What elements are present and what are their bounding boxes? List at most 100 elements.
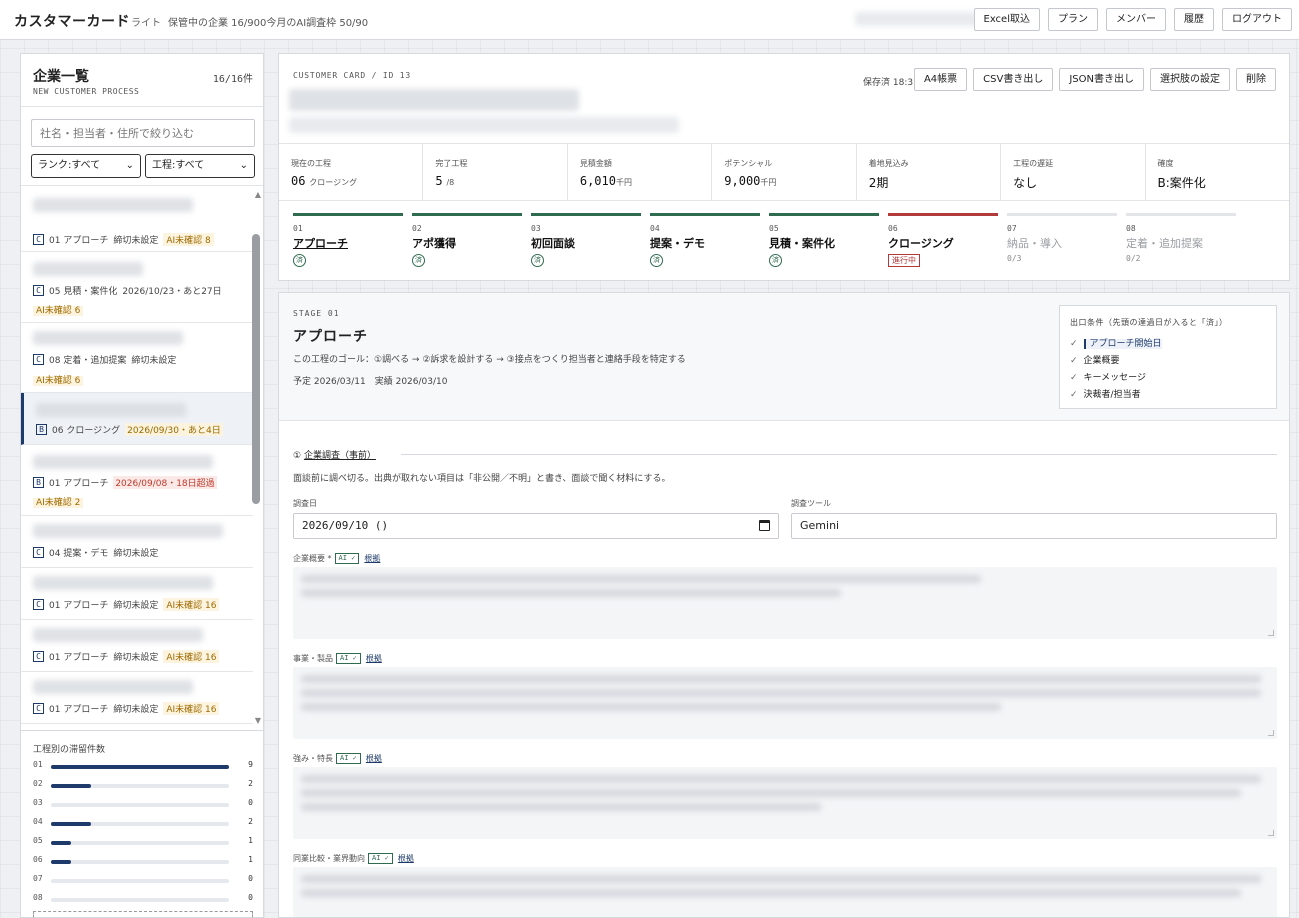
kpi-certainty: 確度 B:案件化 xyxy=(1146,144,1289,200)
stage-detail-panel: STAGE 01 アプローチ この工程のゴール：①調べる → ②訴求を設計する … xyxy=(278,292,1290,918)
stage-tab-01[interactable]: 01 アプローチ 済 xyxy=(293,213,403,273)
list-item[interactable]: C 01 アプローチ 締切未設定 AI未確認 8 xyxy=(21,186,253,252)
field-label-industry-comparison: 同業比較・業界動向 AI ✓ 根拠 xyxy=(293,853,414,864)
distribution-row-08: 08 0 xyxy=(33,893,255,907)
distribution-count: 0 xyxy=(248,798,253,807)
stage-tab-04[interactable]: 04 提案・デモ 済 xyxy=(650,213,760,273)
distribution-stage: 08 xyxy=(33,893,43,902)
excel-import-button[interactable]: Excel取込 xyxy=(973,8,1040,31)
json-export-button[interactable]: JSON書き出し xyxy=(1059,68,1144,91)
plan-button[interactable]: プラン xyxy=(1048,8,1098,31)
stage-name: 定着・追加提案 xyxy=(1126,237,1203,250)
a4-report-button[interactable]: A4帳票 xyxy=(913,68,968,91)
rank-filter-select[interactable]: ランク:すべて ⌄ xyxy=(31,154,141,178)
list-item[interactable]: C 05 見積・案件化 2026/10/23・あと27日 AI未確認 6 xyxy=(21,252,253,323)
list-scrollbar[interactable] xyxy=(252,234,260,504)
stage-progress-count: 0/3 xyxy=(1007,254,1022,263)
kpi-label: 着地見込み xyxy=(868,159,909,168)
kpi-stage-delay: 工程の遅延 なし xyxy=(1001,144,1146,200)
user-account-blurred xyxy=(855,12,980,26)
company-search-input[interactable] xyxy=(31,119,255,147)
stage-header: STAGE 01 アプローチ この工程のゴール：①調べる → ②訴求を設計する … xyxy=(279,293,1289,421)
stage-in-progress-badge: 進行中 xyxy=(888,254,920,267)
source-link[interactable]: 根拠 xyxy=(366,654,382,663)
stage-filter-select[interactable]: 工程:すべて ⌄ xyxy=(145,154,255,178)
stage-tab-02[interactable]: 02 アポ獲得 済 xyxy=(412,213,522,273)
delete-button[interactable]: 削除 xyxy=(1236,68,1276,91)
distribution-stage: 01 xyxy=(33,760,43,769)
kpi-label: 完了工程 xyxy=(435,159,468,168)
stage-name: 見積・案件化 xyxy=(769,237,835,250)
company-name-blurred xyxy=(33,455,213,469)
item-stage: 01 アプローチ xyxy=(49,653,109,663)
check-icon: ✓ xyxy=(1070,373,1078,383)
members-button[interactable]: メンバー xyxy=(1106,8,1166,31)
stage-progress: 01 アプローチ 済 02 アポ獲得 済 03 初回面談 済 04 提案・デモ … xyxy=(293,213,1273,273)
kpi-label: 見積金額 xyxy=(579,159,612,168)
survey-date-input[interactable]: 2026/09/10 () xyxy=(293,513,779,539)
add-company-dropzone[interactable] xyxy=(33,911,253,918)
list-item[interactable]: C 01 アプローチ 締切未設定 AI未確認 16 xyxy=(21,568,253,620)
kpi-estimate-amount: 見積金額 6,010千円 xyxy=(568,144,713,200)
strengths-textarea[interactable] xyxy=(293,767,1277,839)
survey-tool-input[interactable]: Gemini xyxy=(791,513,1277,539)
list-item[interactable]: C 08 定着・追加提案 締切未設定 AI未確認 6 xyxy=(21,323,253,393)
exit-condition-item[interactable]: ✓ 決裁者/担当者 xyxy=(1070,387,1141,400)
resize-handle[interactable] xyxy=(1268,830,1274,836)
item-stage: 01 アプローチ xyxy=(49,479,109,489)
distribution-track xyxy=(51,784,229,788)
resize-handle[interactable] xyxy=(1268,630,1274,636)
history-button[interactable]: 履歴 xyxy=(1174,8,1214,31)
ai-unconfirmed-badge: AI未確認 16 xyxy=(163,650,220,663)
industry-comparison-textarea[interactable] xyxy=(293,867,1277,917)
distribution-stage: 07 xyxy=(33,874,43,883)
options-settings-button[interactable]: 選択肢の設定 xyxy=(1150,68,1230,91)
stage-tab-05[interactable]: 05 見積・案件化 済 xyxy=(769,213,879,273)
list-item[interactable]: C 04 提案・デモ 締切未設定 xyxy=(21,516,253,568)
item-meta: B 01 アプローチ 2026/09/08・18日超過 xyxy=(33,476,217,489)
sidebar-subtitle: NEW CUSTOMER PROCESS xyxy=(33,87,140,96)
item-stage: 05 見積・案件化 xyxy=(49,287,118,297)
list-item[interactable]: C 01 アプローチ 締切未設定 AI未確認 16 xyxy=(21,672,253,724)
source-link[interactable]: 根拠 xyxy=(398,854,414,863)
exit-condition-item[interactable]: ✓ 企業概要 xyxy=(1070,353,1120,366)
business-products-textarea[interactable] xyxy=(293,667,1277,739)
stage-tab-03[interactable]: 03 初回面談 済 xyxy=(531,213,641,273)
stage-tab-08[interactable]: 08 定着・追加提案 0/2 xyxy=(1126,213,1236,273)
company-overview-textarea[interactable] xyxy=(293,567,1277,639)
exit-condition-item[interactable]: ✓ キーメッセージ xyxy=(1070,370,1146,383)
exit-condition-item[interactable]: ✓ アプローチ開始日 xyxy=(1070,336,1162,349)
ai-verified-badge: AI ✓ xyxy=(334,553,360,564)
kpi-value: 2期 xyxy=(868,176,889,190)
company-name-blurred xyxy=(33,680,193,694)
field-label-strengths: 強み・特長 AI ✓ 根拠 xyxy=(293,753,382,764)
kpi-label: 現在の工程 xyxy=(291,159,331,168)
stage-tab-07[interactable]: 07 納品・導入 0/3 xyxy=(1007,213,1117,273)
item-meta: C 04 提案・デモ 締切未設定 xyxy=(33,546,158,559)
logout-button[interactable]: ログアウト xyxy=(1222,8,1292,31)
scroll-up-arrow[interactable]: ▲ xyxy=(255,190,261,199)
save-status: 保存済 18:31 xyxy=(863,78,919,88)
distribution-row-01: 01 9 xyxy=(33,760,255,774)
source-link[interactable]: 根拠 xyxy=(364,554,380,563)
kpi-label: 確度 xyxy=(1157,159,1174,168)
list-item[interactable]: B 01 アプローチ 2026/09/08・18日超過 AI未確認 2 xyxy=(21,445,253,516)
exit-condition-label: 企業概要 xyxy=(1083,356,1120,366)
scroll-down-arrow[interactable]: ▼ xyxy=(255,716,261,725)
list-item[interactable]: C 01 アプローチ 締切未設定 AI未確認 16 xyxy=(21,620,253,672)
item-stage: 08 定着・追加提案 xyxy=(49,356,127,366)
distribution-stage: 06 xyxy=(33,855,43,864)
stage-tab-06[interactable]: 06 クロージング 進行中 xyxy=(888,213,998,273)
list-item-selected[interactable]: B 06 クロージング 2026/09/30・あと4日 xyxy=(21,393,253,445)
check-icon: ✓ xyxy=(1070,356,1078,366)
company-name-blurred xyxy=(33,576,213,590)
distribution-stage: 04 xyxy=(33,817,43,826)
rank-badge: C xyxy=(33,703,44,714)
stage-number: 07 xyxy=(1007,224,1017,233)
csv-export-button[interactable]: CSV書き出し xyxy=(973,68,1054,91)
item-meta: C 01 アプローチ 締切未設定 AI未確認 8 xyxy=(33,233,214,246)
calendar-icon[interactable] xyxy=(759,520,770,531)
resize-handle[interactable] xyxy=(1268,730,1274,736)
source-link[interactable]: 根拠 xyxy=(366,754,382,763)
stage-dates: 予定 2026/03/11 実績 2026/03/10 xyxy=(293,377,448,387)
